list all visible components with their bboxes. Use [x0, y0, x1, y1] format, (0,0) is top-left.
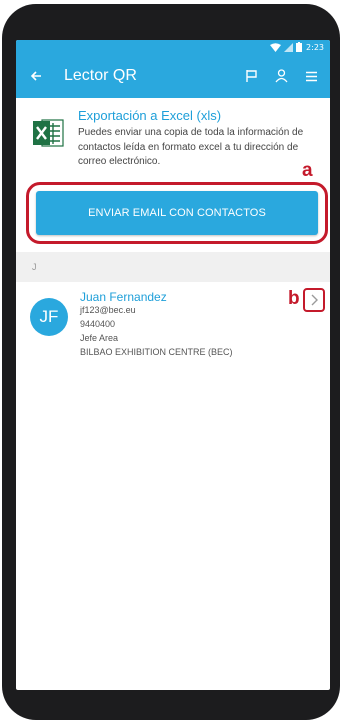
signal-icon: [284, 42, 294, 52]
annotation-a: a: [302, 160, 313, 181]
menu-button[interactable]: [300, 65, 322, 87]
app-actions: [240, 65, 322, 87]
chevron-right-icon: [311, 294, 318, 306]
export-title: Exportación a Excel (xls): [78, 108, 222, 123]
contact-email: jf123@bec.eu: [80, 305, 136, 315]
app-bar: Lector QR: [16, 54, 330, 98]
status-icons: [270, 42, 303, 52]
arrow-left-icon: [30, 71, 41, 81]
excel-icon: [33, 119, 64, 147]
back-button[interactable]: [26, 66, 46, 86]
phone-frame: 2:23 Lector QR Exportación a Excel (xls)…: [2, 4, 340, 720]
battery-icon: [296, 42, 303, 52]
person-icon: [274, 69, 288, 83]
send-email-button[interactable]: ENVIAR EMAIL CON CONTACTOS: [36, 191, 318, 235]
flag-icon: [245, 70, 257, 82]
send-button-highlight: ENVIAR EMAIL CON CONTACTOS: [26, 182, 328, 244]
status-bar: 2:23: [16, 40, 330, 54]
report-button[interactable]: [240, 65, 262, 87]
menu-icon: [305, 71, 317, 81]
app-title: Lector QR: [64, 67, 137, 84]
contact-row[interactable]: JF Juan Fernandez jf123@bec.eu 9440400 J…: [16, 290, 330, 360]
contact-info: Juan Fernandez jf123@bec.eu 9440400 Jefe…: [80, 290, 233, 360]
avatar: JF: [30, 298, 68, 336]
contact-detail-button[interactable]: [303, 288, 325, 312]
profile-button[interactable]: [270, 65, 292, 87]
section-header: J: [16, 252, 330, 282]
export-section: Exportación a Excel (xls) Puedes enviar …: [16, 98, 330, 170]
wifi-icon: [270, 42, 282, 52]
contact-company: BILBAO EXHIBITION CENTRE (BEC): [80, 346, 233, 357]
export-description: Puedes enviar una copia de toda la infor…: [78, 127, 304, 167]
status-time: 2:23: [306, 42, 324, 52]
contact-phone: 9440400: [80, 318, 116, 329]
contact-role: Jefe Area: [80, 332, 119, 343]
screen: 2:23 Lector QR Exportación a Excel (xls)…: [16, 40, 330, 690]
export-text: Exportación a Excel (xls) Puedes enviar …: [78, 108, 320, 170]
contact-name: Juan Fernandez: [80, 290, 167, 304]
